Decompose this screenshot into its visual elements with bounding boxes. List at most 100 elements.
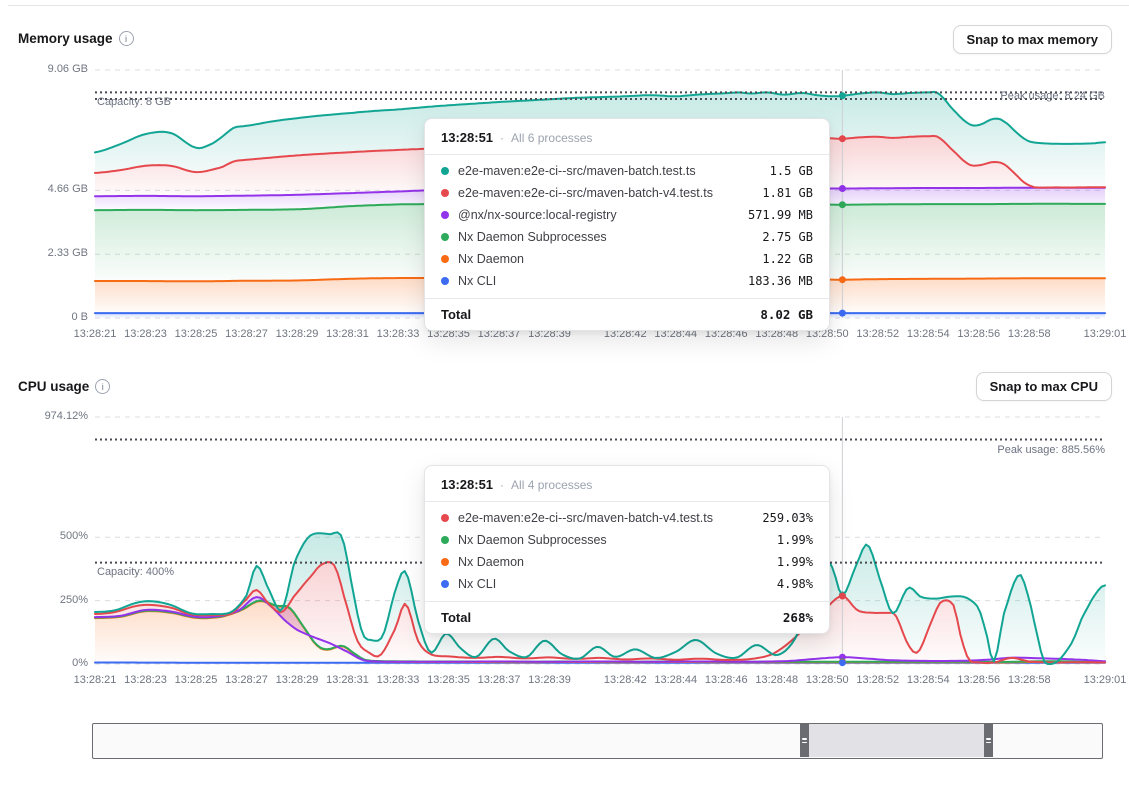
series-color-dot [441,189,449,197]
crosshair-dot [839,659,846,666]
crosshair-dot [839,654,846,661]
cpu-section-title: CPU usage [18,379,110,394]
tooltip-separator: · [500,478,504,492]
tooltip-total-row: Total 268% [425,601,829,633]
tooltip-row: Nx Daemon1.22 GB [425,248,829,270]
series-value: 2.75 GB [762,230,813,244]
crosshair-dot [839,92,846,99]
crosshair-dot [839,310,846,317]
series-value: 1.5 GB [770,164,813,178]
memory-section-title: Memory usage [18,31,134,46]
crosshair-dot [839,592,846,599]
series-value: 1.22 GB [762,252,813,266]
tooltip-rows: e2e-maven:e2e-ci--src/maven-batch-v4.tes… [425,502,829,601]
series-color-dot [441,167,449,175]
brush-handle-left[interactable] [800,724,809,757]
tooltip-header: 13:28:51 · All 4 processes [425,466,829,502]
x-tick-label: 13:29:01 [1072,674,1129,686]
tooltip-row: Nx Daemon Subprocesses1.99% [425,529,829,551]
series-color-dot [441,558,449,566]
tooltip-time: 13:28:51 [441,130,493,145]
y-tick-label: 974.12% [13,410,88,422]
crosshair-dot [839,659,846,666]
info-icon[interactable] [95,379,110,394]
series-value: 571.99 MB [748,208,813,222]
y-tick-label: 250% [13,594,88,606]
series-color-dot [441,514,449,522]
memory-tooltip: 13:28:51 · All 6 processes e2e-maven:e2e… [424,118,830,331]
cpu-title-text: CPU usage [18,379,89,394]
tooltip-total-value: 8.02 GB [760,307,813,322]
tooltip-rows: e2e-maven:e2e-ci--src/maven-batch.test.t… [425,155,829,298]
tooltip-row: e2e-maven:e2e-ci--src/maven-batch.test.t… [425,160,829,182]
y-tick-label: 2.33 GB [13,247,88,259]
crosshair-dot [839,593,846,600]
series-color-dot [441,233,449,241]
brush-handle-right[interactable] [984,724,993,757]
crosshair-dot [839,276,846,283]
tooltip-total-label: Total [441,307,760,322]
series-color-dot [441,255,449,263]
series-label: e2e-maven:e2e-ci--src/maven-batch.test.t… [458,164,770,178]
series-label: e2e-maven:e2e-ci--src/maven-batch-v4.tes… [458,186,762,200]
series-area [95,663,1105,665]
y-tick-label: 0% [13,657,88,669]
crosshair-dot [839,658,846,665]
series-color-dot [441,277,449,285]
snap-to-max-cpu-button[interactable]: Snap to max CPU [976,372,1112,401]
tooltip-header: 13:28:51 · All 6 processes [425,119,829,155]
tooltip-total-value: 268% [783,610,813,625]
memory-title-text: Memory usage [18,31,113,46]
cpu-capacity-label: Capacity: 400% [97,566,174,578]
tooltip-row: Nx CLI4.98% [425,573,829,595]
series-color-dot [441,211,449,219]
brush-selection[interactable] [809,724,984,757]
series-label: Nx CLI [458,274,748,288]
tooltip-row: Nx Daemon1.99% [425,551,829,573]
x-tick-label: 13:29:01 [1072,328,1129,340]
series-color-dot [441,536,449,544]
tooltip-row: Nx CLI183.36 MB [425,270,829,292]
series-color-dot [441,580,449,588]
series-label: e2e-maven:e2e-ci--src/maven-batch-v4.tes… [458,511,762,525]
crosshair-dot [839,201,846,208]
tooltip-row: e2e-maven:e2e-ci--src/maven-batch-v4.tes… [425,507,829,529]
cpu-tooltip: 13:28:51 · All 4 processes e2e-maven:e2e… [424,465,830,634]
crosshair-dot [839,135,846,142]
series-value: 4.98% [777,577,813,591]
series-value: 259.03% [762,511,813,525]
series-value: 1.99% [777,533,813,547]
series-label: Nx Daemon [458,252,762,266]
series-label: Nx Daemon Subprocesses [458,230,762,244]
top-divider [8,5,1129,6]
timeline-brush[interactable] [92,723,1103,759]
series-value: 1.99% [777,555,813,569]
tooltip-total-label: Total [441,610,783,625]
x-tick-label: 13:28:58 [996,328,1062,340]
series-label: Nx Daemon [458,555,777,569]
tooltip-row: Nx Daemon Subprocesses2.75 GB [425,226,829,248]
y-tick-label: 0 B [13,311,88,323]
crosshair-dot [839,185,846,192]
series-label: @nx/nx-source:local-registry [458,208,748,222]
memory-peak-label: Peak usage: 8.24 GB [905,90,1105,102]
info-icon[interactable] [119,31,134,46]
cpu-peak-label: Peak usage: 885.56% [905,444,1105,456]
y-tick-label: 4.66 GB [13,183,88,195]
tooltip-subtitle: All 4 processes [511,478,592,492]
tooltip-row: @nx/nx-source:local-registry571.99 MB [425,204,829,226]
x-tick-label: 13:28:39 [517,674,583,686]
series-label: Nx CLI [458,577,777,591]
tooltip-total-row: Total 8.02 GB [425,298,829,330]
snap-to-max-memory-button[interactable]: Snap to max memory [953,25,1113,54]
series-value: 183.36 MB [748,274,813,288]
x-tick-label: 13:28:58 [996,674,1062,686]
tooltip-subtitle: All 6 processes [511,131,592,145]
series-value: 1.81 GB [762,186,813,200]
tooltip-separator: · [500,131,504,145]
process-monitor-page: Memory usage Snap to max memory Capacity… [0,0,1129,787]
y-tick-label: 500% [13,530,88,542]
y-tick-label: 9.06 GB [13,63,88,75]
series-label: Nx Daemon Subprocesses [458,533,777,547]
memory-capacity-label: Capacity: 8 GB [97,96,171,108]
